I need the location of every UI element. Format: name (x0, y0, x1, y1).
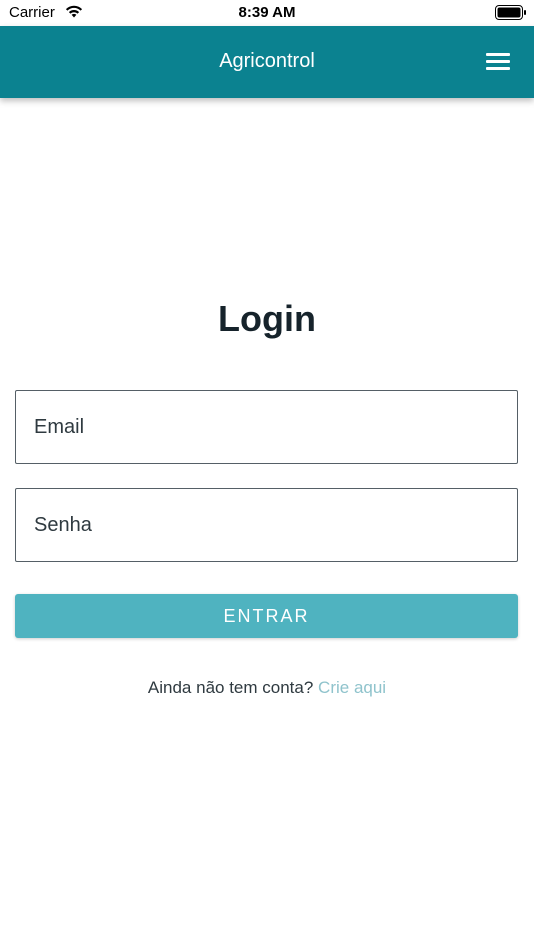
password-input[interactable] (16, 489, 517, 561)
clock: 8:39 AM (238, 4, 296, 21)
menu-line (486, 53, 510, 56)
app-title: Agricontrol (219, 50, 315, 72)
login-title: Login (218, 298, 316, 339)
signup-prompt-text: Ainda não tem conta? (147, 678, 314, 697)
email-input[interactable] (16, 391, 517, 463)
signup-prompt-row: Ainda não tem conta? Crie aqui (0, 678, 534, 698)
menu-line (486, 67, 510, 70)
status-bar: Carrier 8:39 AM (0, 0, 534, 26)
enter-button[interactable]: ENTRAR (15, 594, 518, 638)
battery-icon (495, 5, 526, 20)
app-bar: Agricontrol (0, 26, 534, 98)
create-account-link[interactable]: Crie aqui (318, 678, 386, 697)
hamburger-menu-icon[interactable] (480, 46, 516, 78)
menu-line (486, 60, 510, 63)
email-field[interactable] (15, 390, 518, 464)
password-field[interactable] (15, 488, 518, 562)
